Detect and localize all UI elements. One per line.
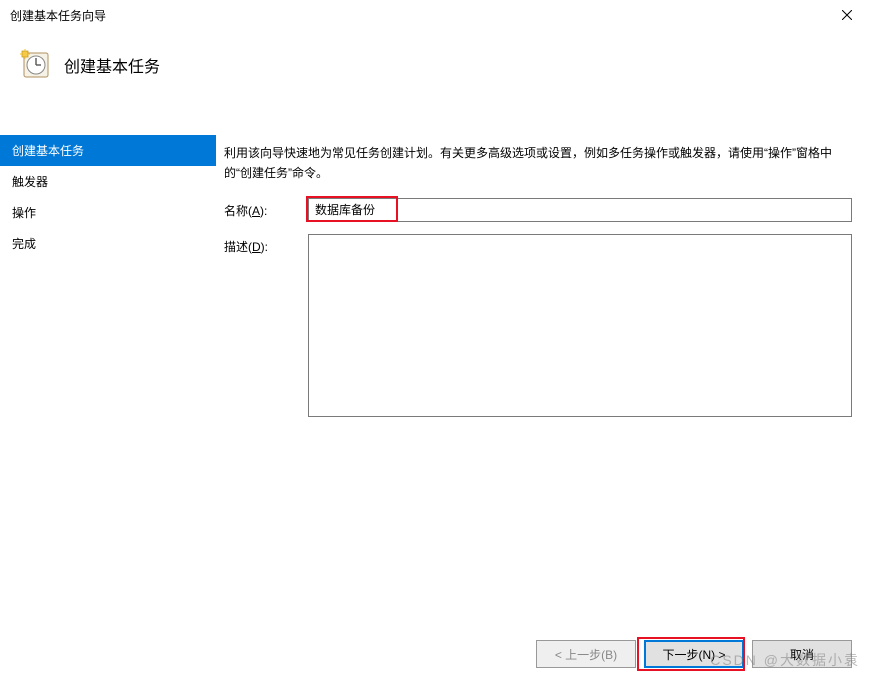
name-label-prefix: 名称(	[224, 204, 252, 218]
name-label-key: A	[252, 204, 260, 218]
button-row: < 上一步(B) 下一步(N) > 取消	[536, 640, 852, 668]
nav-step-action[interactable]: 操作	[0, 197, 216, 228]
close-icon	[842, 10, 852, 20]
header: 创建基本任务	[0, 30, 870, 135]
desc-label-prefix: 描述(	[224, 240, 252, 254]
name-label: 名称(A):	[224, 198, 308, 222]
intro-text: 利用该向导快速地为常见任务创建计划。有关更多高级选项或设置，例如多任务操作或触发…	[224, 143, 852, 184]
desc-label-suffix: ):	[261, 240, 268, 254]
task-scheduler-icon	[20, 49, 50, 79]
desc-row: 描述(D):	[224, 234, 852, 417]
close-button[interactable]	[824, 0, 870, 30]
step-nav: 创建基本任务 触发器 操作 完成	[0, 135, 216, 610]
back-button: < 上一步(B)	[536, 640, 636, 668]
desc-label-key: D	[252, 240, 261, 254]
form-pane: 利用该向导快速地为常见任务创建计划。有关更多高级选项或设置，例如多任务操作或触发…	[216, 135, 870, 610]
name-label-suffix: ):	[260, 204, 267, 218]
nav-step-create[interactable]: 创建基本任务	[0, 135, 216, 166]
content: 创建基本任务 触发器 操作 完成 利用该向导快速地为常见任务创建计划。有关更多高…	[0, 135, 870, 610]
desc-label: 描述(D):	[224, 234, 308, 417]
nav-step-trigger[interactable]: 触发器	[0, 166, 216, 197]
desc-textarea[interactable]	[308, 234, 852, 417]
window-title: 创建基本任务向导	[10, 7, 824, 24]
nav-step-finish[interactable]: 完成	[0, 228, 216, 259]
page-title: 创建基本任务	[64, 53, 160, 77]
titlebar: 创建基本任务向导	[0, 0, 870, 30]
cancel-button[interactable]: 取消	[752, 640, 852, 668]
name-row: 名称(A):	[224, 198, 852, 222]
name-input[interactable]	[308, 198, 852, 222]
next-button[interactable]: 下一步(N) >	[644, 640, 744, 668]
